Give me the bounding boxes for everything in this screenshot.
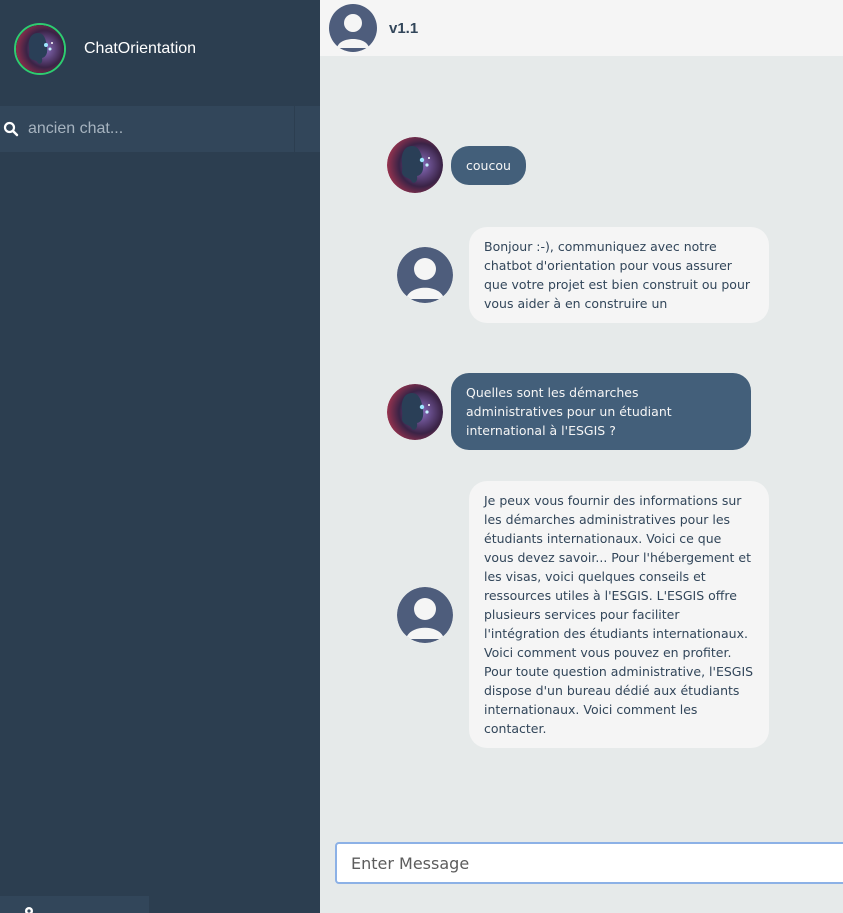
message-sent: coucou bbox=[387, 137, 526, 193]
search-icon bbox=[0, 118, 22, 140]
header-title: v1.1 bbox=[389, 19, 419, 37]
user-avatar-icon bbox=[397, 586, 453, 643]
message-bubble: Quelles sont les démarches administrativ… bbox=[451, 373, 751, 450]
ai-avatar-icon bbox=[387, 137, 443, 193]
brand-name: ChatOrientation bbox=[84, 40, 197, 57]
settings-label: ... bbox=[54, 904, 66, 913]
message-bubble: Bonjour :-), communiquez avec notre chat… bbox=[469, 227, 769, 323]
message-replied: Bonjour :-), communiquez avec notre chat… bbox=[397, 227, 769, 323]
brand: ChatOrientation bbox=[14, 20, 196, 78]
message-bubble: Je peux vous fournir des informations su… bbox=[469, 481, 769, 748]
message-input[interactable] bbox=[349, 852, 843, 874]
sidebar: ChatOrientation ... bbox=[0, 0, 320, 913]
user-avatar-icon bbox=[397, 247, 453, 303]
message-sent: Quelles sont les démarches administrativ… bbox=[387, 373, 751, 450]
ai-avatar-icon bbox=[387, 383, 443, 440]
gear-icon bbox=[25, 907, 33, 913]
user-avatar-icon[interactable] bbox=[329, 4, 377, 52]
chat-header: v1.1 bbox=[320, 0, 843, 56]
search-divider bbox=[294, 106, 295, 152]
message-composer bbox=[335, 842, 843, 884]
search-bar bbox=[0, 106, 320, 152]
message-bubble: coucou bbox=[451, 145, 526, 185]
settings-button[interactable]: ... bbox=[0, 896, 149, 913]
search-input[interactable] bbox=[26, 119, 290, 139]
ai-avatar-icon bbox=[16, 25, 64, 73]
brand-avatar[interactable] bbox=[14, 23, 66, 75]
message-replied: Je peux vous fournir des informations su… bbox=[397, 481, 769, 748]
